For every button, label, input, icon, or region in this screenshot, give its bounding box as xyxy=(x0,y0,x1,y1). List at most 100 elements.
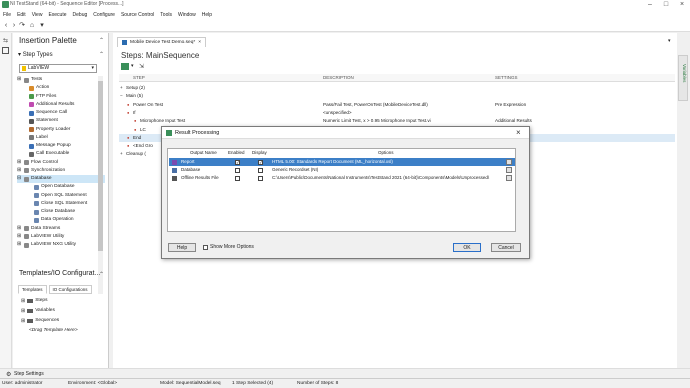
expand-icon[interactable]: ⊞ xyxy=(17,241,22,249)
configure-icon[interactable] xyxy=(506,159,512,165)
output-name: Database xyxy=(181,167,201,172)
step-types-collapse-icon[interactable]: ⌃ xyxy=(99,51,104,58)
step-row[interactable]: − Main (5) xyxy=(119,92,675,100)
menu-view[interactable]: View xyxy=(32,12,43,18)
configure-icon[interactable] xyxy=(506,175,512,181)
palette-item[interactable]: ⊞ Synchronization xyxy=(17,167,105,175)
enabled-checkbox[interactable] xyxy=(235,175,240,181)
template-item-sequences[interactable]: ⊞ Sequences xyxy=(21,316,78,326)
palette-item[interactable]: Sequence Call xyxy=(17,109,105,117)
palette-item[interactable]: ⊞ Tests xyxy=(17,76,105,84)
panel-toggle-icon[interactable] xyxy=(2,47,9,54)
palette-item[interactable]: ⊞ LabVIEW Utility xyxy=(17,233,105,241)
palette-item[interactable]: Property Loader xyxy=(17,126,105,134)
step-types-header[interactable]: ▾ Step Types xyxy=(18,51,53,58)
palette-scroll-thumb[interactable] xyxy=(98,81,103,251)
menu-file[interactable]: File xyxy=(3,12,11,18)
output-row[interactable]: Offline Results File C:\Users\Public\Docu… xyxy=(169,174,515,182)
display-checkbox[interactable] xyxy=(258,175,263,181)
window-title: NI TestStand (64-bit) - Sequence Editor … xyxy=(10,1,124,7)
minimize-icon[interactable]: – xyxy=(642,0,658,10)
tab-close-icon[interactable]: × xyxy=(198,38,201,48)
close-icon[interactable]: × xyxy=(674,0,690,10)
step-settings-icon[interactable]: ⇲ xyxy=(139,63,144,70)
palette-item[interactable]: Statement xyxy=(17,117,105,125)
output-row[interactable]: Report ✓ ✓ HTML 5.00: Standards Report Docu… xyxy=(169,158,515,166)
palette-item[interactable]: ⊞ LabVIEW NXG Utility xyxy=(17,241,105,249)
maximize-icon[interactable]: □ xyxy=(658,0,674,10)
expand-icon[interactable]: ⊞ xyxy=(17,233,22,241)
back-icon[interactable]: ‹ xyxy=(2,22,10,30)
menu-configure[interactable]: Configure xyxy=(93,12,115,18)
adapter-select[interactable]: LabVIEW ▾ xyxy=(19,64,97,73)
template-item-steps[interactable]: ⊞ Steps xyxy=(21,296,78,306)
expand-icon[interactable]: ⊞ xyxy=(17,159,22,167)
tab-templates[interactable]: Templates xyxy=(18,285,47,294)
tab-io-configurations[interactable]: IO Configurations xyxy=(48,285,92,294)
col-settings[interactable]: SETTINGS xyxy=(495,75,518,80)
palette-item[interactable]: ⊞ Flow Control xyxy=(17,159,105,167)
enabled-checkbox[interactable] xyxy=(235,167,240,173)
palette-item[interactable]: Action xyxy=(17,84,105,92)
step-row[interactable]: ● If <unspecified> xyxy=(119,109,675,117)
help-button[interactable]: Help xyxy=(168,243,196,252)
step-name: Microphone Input Test xyxy=(140,118,186,124)
col-step[interactable]: STEP xyxy=(133,75,145,80)
palette-item-label: Sequence Call xyxy=(36,110,68,115)
palette-item[interactable]: ⊞ Data Streams xyxy=(17,225,105,233)
enabled-checkbox[interactable]: ✓ xyxy=(235,159,240,165)
menu-tools[interactable]: Tools xyxy=(160,12,172,18)
collapse-icon[interactable]: ⊟ xyxy=(17,175,22,183)
menu-help[interactable]: Help xyxy=(202,12,212,18)
forward-icon[interactable]: › xyxy=(10,22,18,30)
close-icon[interactable]: × xyxy=(516,128,521,137)
palette-item[interactable]: Data Operation xyxy=(17,216,105,224)
expand-icon[interactable]: ⊞ xyxy=(17,167,22,175)
palette-item[interactable]: Call Executable xyxy=(17,150,105,158)
palette-item[interactable]: Close Database xyxy=(17,208,105,216)
variables-side-tab[interactable]: Variables xyxy=(678,55,688,101)
palette-item[interactable]: ⊟ Database xyxy=(17,175,105,184)
menu-execute[interactable]: Execute xyxy=(48,12,66,18)
palette-item[interactable]: Message Popup xyxy=(17,142,105,150)
document-tab[interactable]: Mobile Device Test Demo.seq* × xyxy=(117,37,207,48)
display-checkbox[interactable]: ✓ xyxy=(258,159,263,165)
insert-dropdown-icon[interactable]: ▾ xyxy=(131,63,134,69)
templates-pin-icon[interactable]: ⌃ xyxy=(99,271,104,278)
redo-icon[interactable]: ↷ xyxy=(18,22,26,30)
palette-item-label: Label xyxy=(36,134,48,140)
col-description[interactable]: DESCRIPTION xyxy=(323,75,354,80)
expand-icon[interactable]: ⊞ xyxy=(17,225,22,233)
palette-item[interactable]: Close SQL Statement xyxy=(17,200,105,208)
show-more-options-checkbox[interactable]: Show More Options xyxy=(203,244,254,250)
home-icon[interactable]: ⌂ xyxy=(28,22,36,30)
expand-icon[interactable]: + xyxy=(120,150,123,158)
template-item-variables[interactable]: ⊞ Variables xyxy=(21,306,78,316)
configure-icon[interactable] xyxy=(506,167,512,173)
ok-button[interactable]: OK xyxy=(453,243,481,252)
palette-item[interactable]: Label xyxy=(17,134,105,142)
display-checkbox[interactable] xyxy=(258,167,263,173)
insert-step-icon[interactable] xyxy=(121,63,129,70)
output-row[interactable]: Database Generic Recordset (NI) xyxy=(169,166,515,174)
palette-item[interactable]: Open Database xyxy=(17,183,105,191)
toolbar: ‹ › ↷ ⌂ ▾ xyxy=(0,20,690,32)
expand-icon[interactable]: + xyxy=(120,84,123,92)
palette-item[interactable]: Additional Results xyxy=(17,101,105,109)
cancel-button[interactable]: Cancel xyxy=(491,243,521,252)
menu-source-control[interactable]: Source Control xyxy=(121,12,154,18)
dropdown-icon[interactable]: ▾ xyxy=(38,22,46,30)
tab-list-icon[interactable]: ▾ xyxy=(668,38,671,44)
collapse-icon[interactable]: − xyxy=(120,92,123,100)
expand-icon[interactable]: ⊞ xyxy=(17,76,22,84)
step-row[interactable]: + Setup (2) xyxy=(119,84,675,92)
step-row[interactable]: ● Microphone Input Test Numeric Limit Test… xyxy=(119,117,675,125)
menu-window[interactable]: Window xyxy=(178,12,196,18)
step-row[interactable]: ● Power On Test Pass/Fail Test, PowerOnTes… xyxy=(119,101,675,109)
palette-item[interactable]: Open SQL Statement xyxy=(17,192,105,200)
menu-debug[interactable]: Debug xyxy=(73,12,88,18)
palette-item[interactable]: FTP Files xyxy=(17,93,105,101)
menu-edit[interactable]: Edit xyxy=(17,12,26,18)
step-settings-tab[interactable]: Step Settings xyxy=(14,371,44,377)
pin-icon[interactable]: ⌃ xyxy=(99,37,104,44)
